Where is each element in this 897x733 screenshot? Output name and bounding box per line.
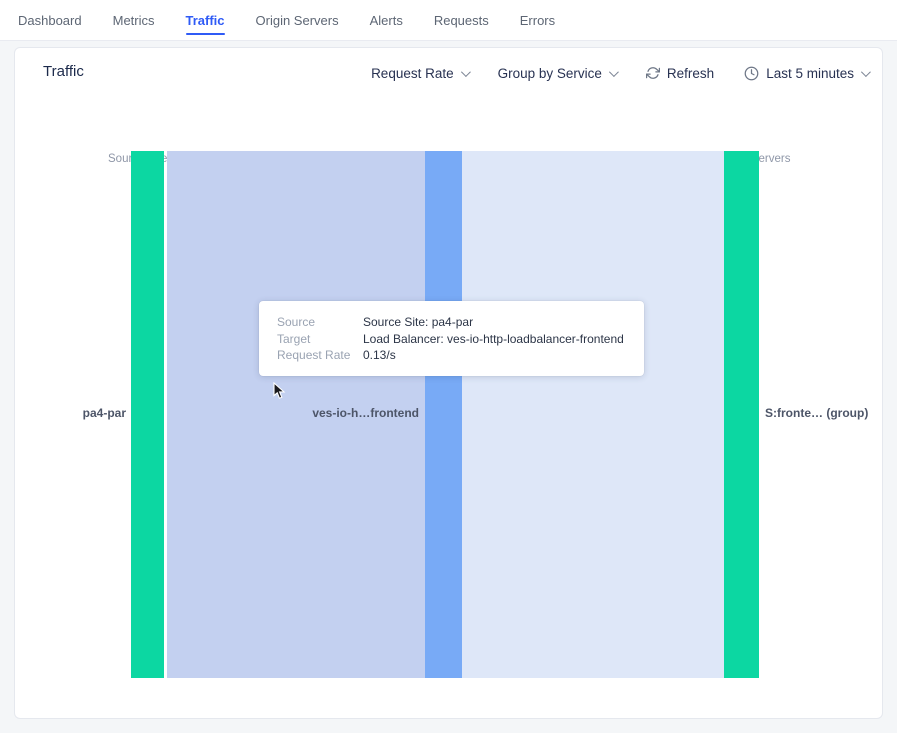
traffic-card: Traffic Request Rate Group by Service Re… xyxy=(14,47,883,719)
tooltip-row-request-rate: Request Rate 0.13/s xyxy=(277,347,624,364)
group-by-select-value: Group by Service xyxy=(498,66,602,81)
tooltip-value: Load Balancer: ves-io-http-loadbalancer-… xyxy=(363,331,624,348)
node-label-origin: S:fronte… (group) xyxy=(765,406,868,420)
node-label-load-balancer: ves-io-h…frontend xyxy=(275,406,419,420)
metric-select-value: Request Rate xyxy=(371,66,454,81)
tooltip-label: Target xyxy=(277,331,363,348)
refresh-label: Refresh xyxy=(667,66,714,81)
toolbar: Request Rate Group by Service Refresh La… xyxy=(371,48,868,98)
time-range-select[interactable]: Last 5 minutes xyxy=(744,66,868,81)
group-by-select[interactable]: Group by Service xyxy=(498,66,616,81)
refresh-icon xyxy=(646,66,660,80)
sankey-link-lb-to-origin[interactable] xyxy=(462,151,724,678)
sankey-node-origin[interactable] xyxy=(724,151,759,678)
refresh-button[interactable]: Refresh xyxy=(646,66,714,81)
tab-metrics[interactable]: Metrics xyxy=(113,13,155,28)
time-range-value: Last 5 minutes xyxy=(766,66,854,81)
chevron-down-icon xyxy=(461,67,471,77)
tab-dashboard[interactable]: Dashboard xyxy=(18,13,82,28)
sankey-node-load-balancer[interactable] xyxy=(425,151,462,678)
tab-alerts[interactable]: Alerts xyxy=(370,13,403,28)
clock-icon xyxy=(744,66,759,81)
tooltip-row-target: Target Load Balancer: ves-io-http-loadba… xyxy=(277,331,624,348)
page-title: Traffic xyxy=(43,63,84,80)
sankey-node-source-site[interactable] xyxy=(131,151,164,678)
tab-origin-servers[interactable]: Origin Servers xyxy=(256,13,339,28)
tooltip-label: Request Rate xyxy=(277,347,363,364)
tab-errors[interactable]: Errors xyxy=(520,13,555,28)
chevron-down-icon xyxy=(861,67,871,77)
tooltip-row-source: Source Source Site: pa4-par xyxy=(277,314,624,331)
link-tooltip: Source Source Site: pa4-par Target Load … xyxy=(259,301,644,376)
tooltip-value: 0.13/s xyxy=(363,347,624,364)
tooltip-value: Source Site: pa4-par xyxy=(363,314,624,331)
tooltip-label: Source xyxy=(277,314,363,331)
node-label-source-site: pa4-par xyxy=(35,406,126,420)
top-nav: Dashboard Metrics Traffic Origin Servers… xyxy=(0,0,897,41)
mouse-cursor-icon xyxy=(273,382,286,400)
tab-traffic[interactable]: Traffic xyxy=(186,13,225,28)
tab-requests[interactable]: Requests xyxy=(434,13,489,28)
chevron-down-icon xyxy=(609,67,619,77)
metric-select[interactable]: Request Rate xyxy=(371,66,468,81)
